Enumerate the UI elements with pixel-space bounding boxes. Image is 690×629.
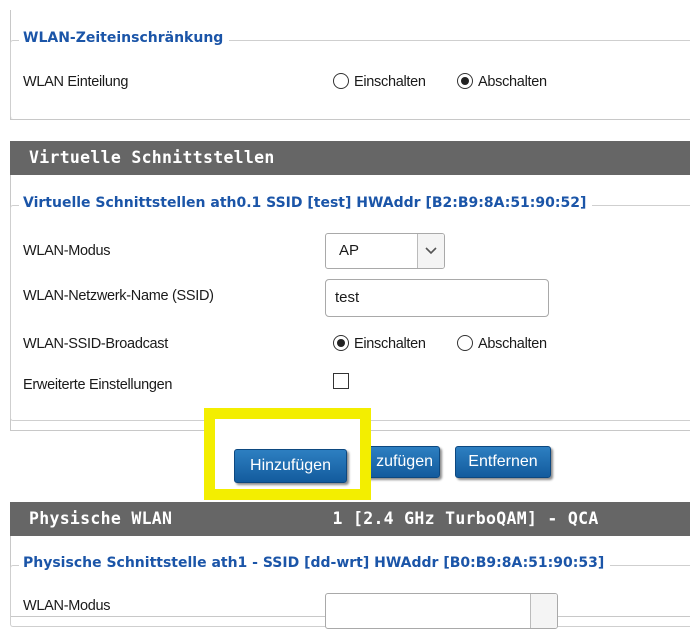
advanced-settings-checkbox[interactable] xyxy=(333,373,349,389)
wlan-schedule-label: WLAN Einteilung xyxy=(23,74,129,90)
schedule-off-radio[interactable] xyxy=(457,73,473,89)
broadcast-off-label[interactable]: Abschalten xyxy=(478,336,547,352)
virtual-legend: Virtuelle Schnittstellen ath0.1 SSID [te… xyxy=(19,195,593,211)
physical-header-left: Physische WLAN xyxy=(29,509,183,528)
ssid-input[interactable]: test xyxy=(325,279,549,317)
wlan-time-legend: WLAN-Zeiteinschränkung xyxy=(19,30,230,46)
remove-button-label: Entfernen xyxy=(468,453,538,470)
ssid-label: WLAN-Netzwerk-Name (SSID) xyxy=(23,288,214,304)
physical-mode-label: WLAN-Modus xyxy=(23,598,111,614)
remove-button[interactable]: Entfernen xyxy=(455,446,551,478)
add-button-label: Hinzufügen xyxy=(250,457,331,474)
physical-header-right: 1 [2.4 GHz TurboQAM] - QCA xyxy=(332,509,599,528)
wlan-mode-label: WLAN-Modus xyxy=(23,243,111,259)
ssid-broadcast-label: WLAN-SSID-Broadcast xyxy=(23,336,168,352)
add-button[interactable]: Hinzufügen xyxy=(234,449,347,483)
advanced-settings-label: Erweiterte Einstellungen xyxy=(23,377,173,393)
physical-chevron-down-icon[interactable] xyxy=(530,594,557,628)
schedule-on-label[interactable]: Einschalten xyxy=(354,74,426,90)
physical-interface-header: Physische WLAN 1 [2.4 GHz TurboQAM] - QC… xyxy=(10,502,690,536)
broadcast-on-radio[interactable] xyxy=(333,335,349,351)
wlan-mode-value: AP xyxy=(339,242,360,259)
physical-legend: Physische Schnittstelle ath1 - SSID [dd-… xyxy=(19,555,611,571)
chevron-down-icon[interactable] xyxy=(417,234,444,268)
wlan-mode-select[interactable]: AP xyxy=(325,233,445,269)
broadcast-off-radio[interactable] xyxy=(457,335,473,351)
broadcast-on-label[interactable]: Einschalten xyxy=(354,336,426,352)
virtual-interfaces-header: Virtuelle Schnittstellen xyxy=(10,141,690,175)
physical-mode-select[interactable] xyxy=(325,593,558,629)
schedule-on-radio[interactable] xyxy=(333,73,349,89)
schedule-off-label[interactable]: Abschalten xyxy=(478,74,547,90)
add-button-behind-label: zufügen xyxy=(376,453,433,470)
